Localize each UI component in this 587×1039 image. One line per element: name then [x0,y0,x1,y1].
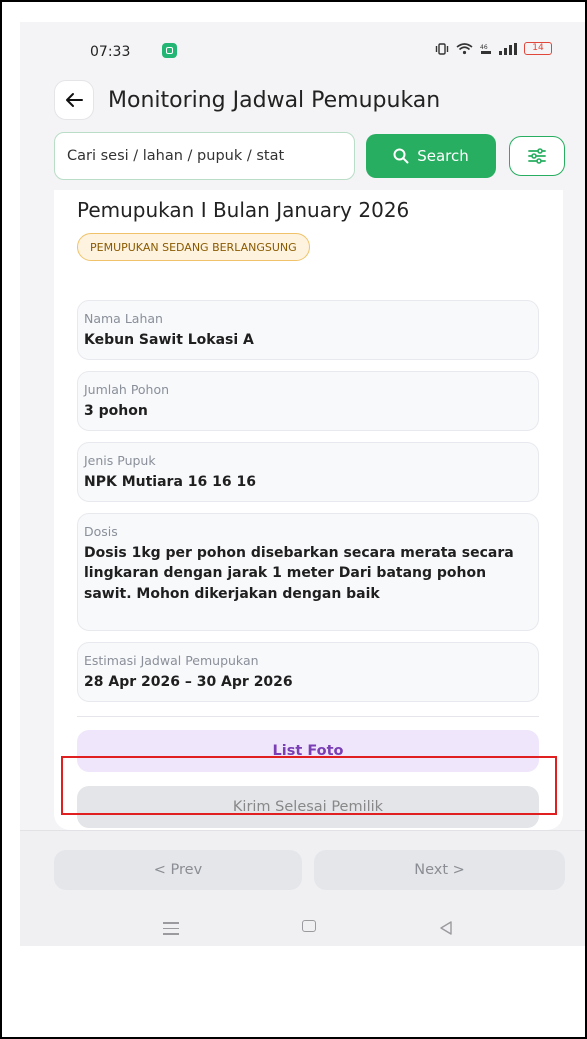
battery-icon: 14 [524,42,552,55]
highlight-box [61,756,557,815]
field-value: NPK Mutiara 16 16 16 [84,474,256,490]
next-button[interactable]: Next > [314,850,565,890]
svg-text:46: 46 [480,44,488,51]
search-button-label: Search [417,147,469,165]
signal-icon [499,42,517,55]
field-estimasi-jadwal: Estimasi Jadwal Pemupukan 28 Apr 2026 – … [77,642,539,702]
system-navigation-bar [20,910,585,946]
home-icon[interactable] [302,920,316,932]
status-badge: PEMUPUKAN SEDANG BERLANGSUNG [77,233,310,261]
back-button[interactable] [54,80,94,120]
wifi-icon [456,43,473,55]
field-label: Jenis Pupuk [84,453,156,468]
search-input[interactable]: Cari sesi / lahan / pupuk / stat [54,132,355,180]
status-bar: 07:33 46 14 [20,22,585,82]
back-nav-icon[interactable] [440,921,452,935]
field-label: Nama Lahan [84,311,163,326]
search-button[interactable]: Search [366,134,496,178]
field-dosis: Dosis Dosis 1kg per pohon disebarkan sec… [77,513,539,631]
app-header: Monitoring Jadwal Pemupukan [54,80,440,120]
field-nama-lahan: Nama Lahan Kebun Sawit Lokasi A [77,300,539,360]
menu-icon[interactable] [163,922,179,939]
prev-button[interactable]: < Prev [54,850,302,890]
signal-secondary-icon: 46 [480,44,491,54]
filter-button[interactable] [509,136,565,176]
field-label: Dosis [84,524,118,539]
field-value: 3 pohon [84,403,148,419]
field-value: Kebun Sawit Lokasi A [84,332,254,348]
field-jumlah-pohon: Jumlah Pohon 3 pohon [77,371,539,431]
divider [77,716,539,717]
status-icons: 46 14 [435,42,552,55]
card-title: Pemupukan I Bulan January 2026 [77,198,410,222]
notification-app-icon [162,43,177,58]
field-value: Dosis 1kg per pohon disebarkan secara me… [84,545,514,602]
field-label: Estimasi Jadwal Pemupukan [84,653,259,668]
back-arrow-icon [66,93,83,107]
schedule-card: Pemupukan I Bulan January 2026 PEMUPUKAN… [54,190,563,830]
page-title: Monitoring Jadwal Pemupukan [108,87,441,113]
search-icon [393,148,409,164]
field-value: 28 Apr 2026 – 30 Apr 2026 [84,674,293,690]
field-label: Jumlah Pohon [84,382,170,397]
vibrate-icon [435,42,449,55]
status-time: 07:33 [90,44,131,60]
field-jenis-pupuk: Jenis Pupuk NPK Mutiara 16 16 16 [77,442,539,502]
filter-icon [528,148,546,164]
